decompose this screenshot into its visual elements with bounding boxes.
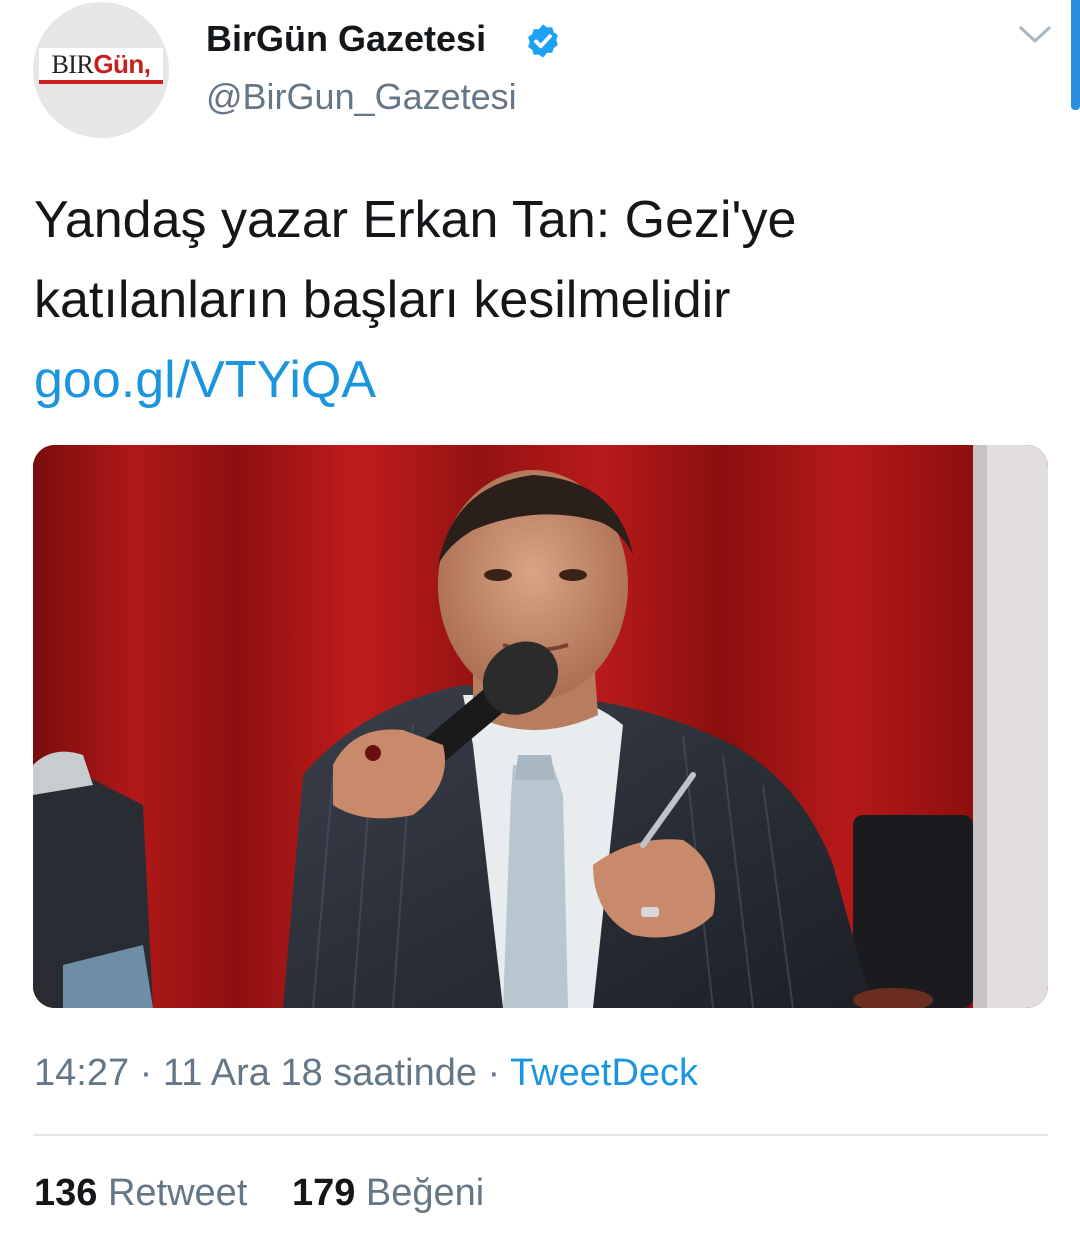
chevron-down-icon[interactable] [1018,24,1052,46]
source-link[interactable]: TweetDeck [510,1052,698,1094]
tweet-text: Yandaş yazar Erkan Tan: Gezi'ye katılanl… [34,180,1044,420]
like-stat[interactable]: 179 Beğeni [292,1172,484,1215]
divider [33,1134,1048,1136]
tweet-photo[interactable] [33,445,1048,1008]
tweet-time[interactable]: 14:27 [34,1052,129,1094]
meta-separator: · [139,1052,153,1094]
user-handle[interactable]: @BirGun_Gazetesi [206,76,517,118]
display-name[interactable]: BirGün Gazetesi [206,18,486,60]
birgun-logo: BIRGün, [39,48,163,84]
tweet-date[interactable]: 11 Ara 18 saatinde [163,1052,477,1094]
avatar[interactable]: BIRGün, [33,2,169,138]
tweet-stats: 136 Retweet 179 Beğeni [34,1172,484,1215]
retweet-stat[interactable]: 136 Retweet [34,1172,247,1215]
logo-text-part2: Gün, [93,49,151,79]
like-label: Beğeni [365,1172,485,1214]
logo-text-part1: BIR [51,50,94,79]
tweet-meta: 14:27 · 11 Ara 18 saatinde · TweetDeck [34,1052,698,1095]
retweet-label: Retweet [107,1172,248,1214]
scrollbar[interactable] [1071,0,1080,110]
photo-of-man-speaking-into-microphone-icon [33,445,1048,1008]
verified-badge-icon [528,24,558,58]
tweet-text-line: katılanların başları kesilmelidir [34,271,731,329]
like-count: 179 [291,1172,356,1214]
tweet-link[interactable]: goo.gl/VTYiQA [34,340,1044,420]
meta-separator: · [487,1052,501,1094]
retweet-count: 136 [34,1172,98,1214]
tweet-text-line: Yandaş yazar Erkan Tan: Gezi'ye [34,191,797,249]
